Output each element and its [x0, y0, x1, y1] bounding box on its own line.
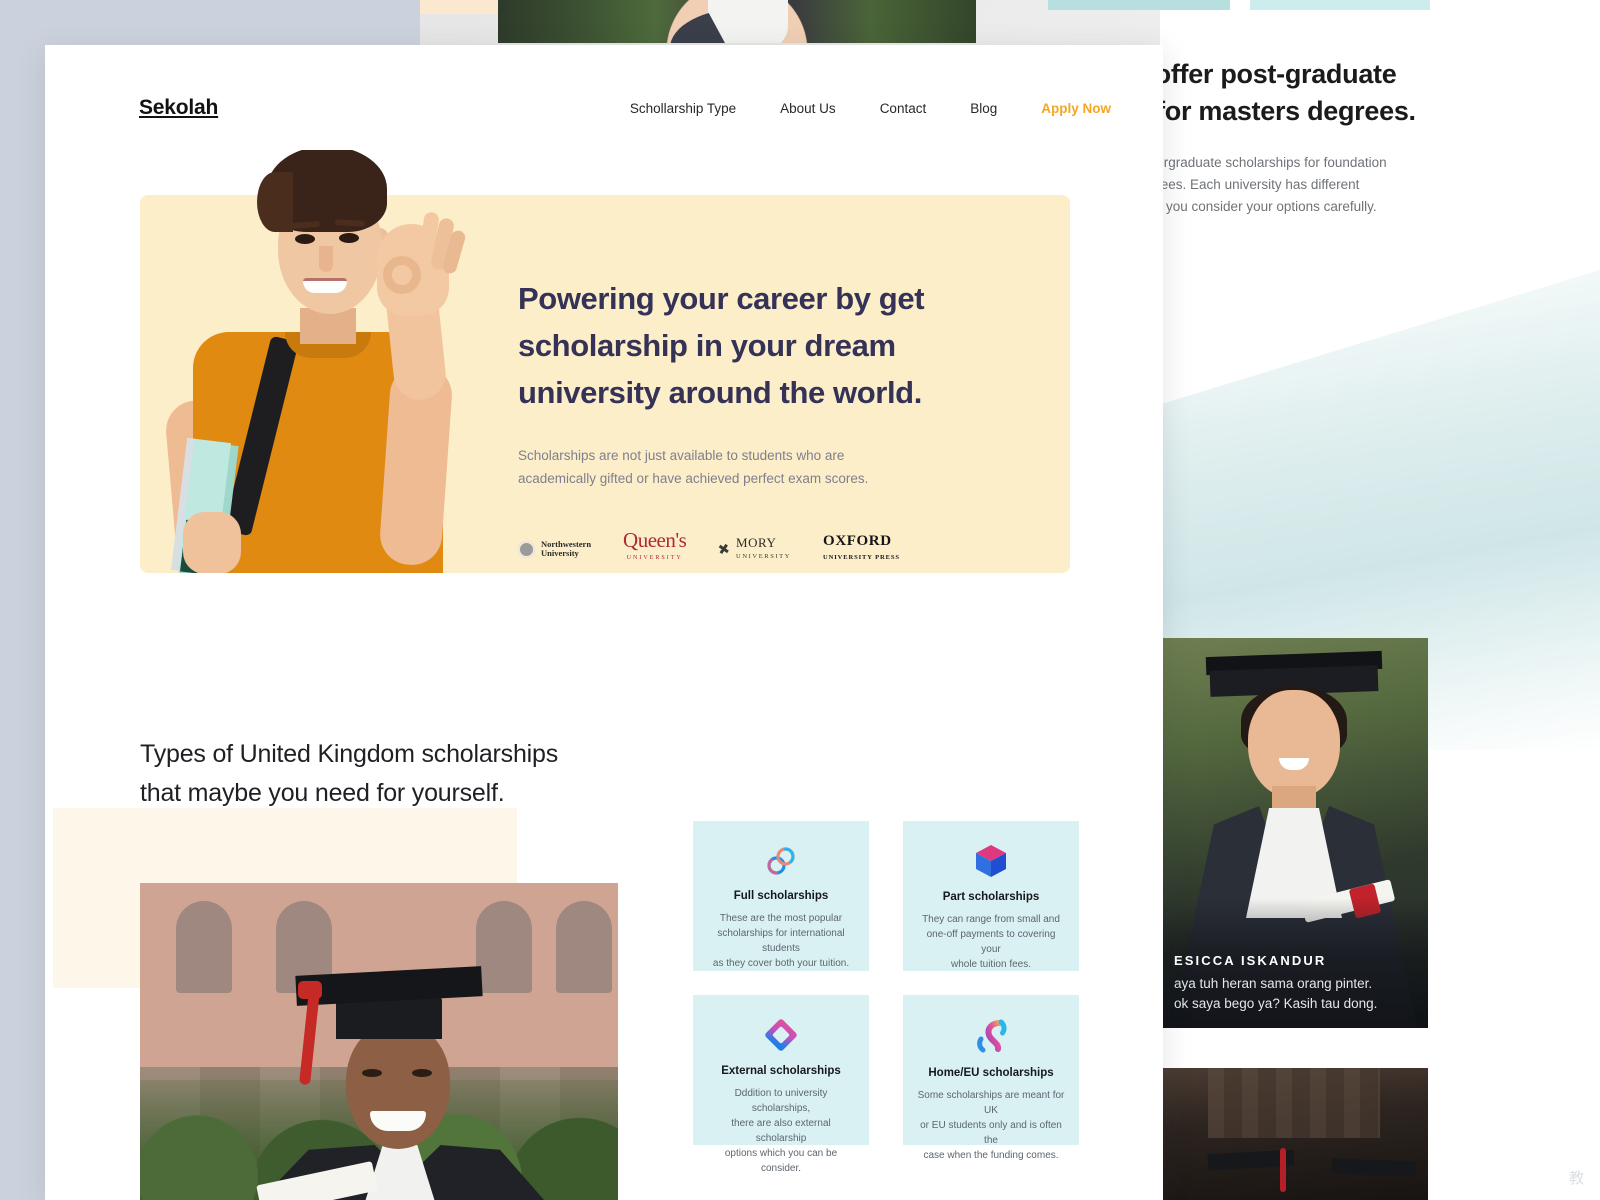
card-title: Part scholarships: [942, 891, 1040, 903]
types-section-heading: Types of United Kingdom scholarships tha…: [140, 735, 700, 813]
card-part-scholarships[interactable]: Part scholarships They can range from sm…: [903, 821, 1079, 971]
card-title: Home/EU scholarships: [928, 1067, 1054, 1079]
card-external-scholarships[interactable]: External scholarships Dddition to univer…: [693, 995, 869, 1174]
testimonial-quote-line1: aya tuh heran sama orang pinter.: [1174, 976, 1373, 991]
northwestern-line1: Northwestern: [541, 538, 592, 549]
watermark-suffix: 教: [1568, 1170, 1584, 1187]
oxford-university-press-logo: OXFORD UNIVERSITY PRESS: [823, 532, 900, 565]
mory-university-logo: ✖ MORY UNIVERSITY: [716, 534, 792, 563]
card-description: Some scholarships are meant for UK or EU…: [917, 1090, 1065, 1161]
cube-icon: [971, 843, 1011, 879]
nav-apply-now[interactable]: Apply Now: [1041, 101, 1111, 116]
types-heading-line2: that maybe you need for yourself.: [140, 779, 505, 807]
card-description: Dddition to university scholarships, the…: [724, 1088, 838, 1174]
card-title: External scholarships: [721, 1065, 841, 1077]
testimonial-photo-card[interactable]: ESICCA ISKANDUR aya tuh heran sama orang…: [1160, 638, 1428, 1028]
hero-text-block: Powering your career by get scholarship …: [518, 275, 988, 490]
oxford-line1: OXFORD: [823, 532, 892, 549]
crossed-keys-icon: ✖: [716, 539, 732, 558]
hero-title-line2: scholarship in your dream: [518, 328, 896, 363]
hero-subtitle-line2: academically gifted or have achieved per…: [518, 471, 869, 486]
northwestern-seal-icon: [518, 540, 535, 558]
types-heading-line1: Types of United Kingdom scholarships: [140, 740, 559, 768]
queens-university-logo: Queen's UNIVERSITY: [623, 530, 687, 568]
nav-scholarship-type[interactable]: Schollarship Type: [630, 101, 736, 116]
card-title: Full scholarships: [733, 890, 829, 902]
swirl-s-icon: [971, 1017, 1011, 1055]
interlocking-rings-icon: [761, 843, 801, 878]
testimonial-quote-line2: ok saya bego ya? Kasih tau dong.: [1174, 996, 1378, 1011]
nav-about-us[interactable]: About Us: [780, 101, 836, 116]
background-graduate-photo-top: [498, 0, 976, 43]
northwestern-university-logo: Northwestern University: [518, 538, 592, 559]
card-description: These are the most popular scholarships …: [712, 913, 850, 969]
graduate-photo: [140, 883, 618, 1200]
nav-contact[interactable]: Contact: [880, 101, 927, 116]
hero-subtitle: Scholarships are not just available to s…: [518, 444, 988, 490]
background-copy-block: es offer post-graduate ps for masters de…: [1118, 56, 1538, 218]
background-teal-chip-left: [1048, 0, 1230, 10]
watermark-letters: AAA: [1495, 1154, 1565, 1192]
mory-line1: MORY: [736, 534, 777, 550]
secondary-photo-card[interactable]: [1160, 1068, 1428, 1200]
background-teal-chip-right: [1250, 0, 1430, 10]
background-paragraph: er undergraduate scholarships for founda…: [1118, 152, 1538, 218]
card-description: They can range from small and one-off pa…: [922, 914, 1060, 970]
main-artboard: Sekolah Schollarship Type About Us Conta…: [45, 45, 1163, 1200]
hero-title-line3: university around the world.: [518, 375, 922, 410]
nav-blog[interactable]: Blog: [970, 101, 997, 116]
testimonial-quote: aya tuh heran sama orang pinter. ok saya…: [1160, 974, 1428, 1014]
hero-title-line1: Powering your career by get: [518, 281, 925, 316]
background-heading: es offer post-graduate ps for masters de…: [1118, 56, 1538, 130]
card-home-eu-scholarships[interactable]: Home/EU scholarships Some scholarships a…: [903, 995, 1079, 1161]
diamond-icon: [761, 1017, 801, 1053]
northwestern-line2: University: [541, 548, 579, 558]
mory-line2: UNIVERSITY: [736, 552, 792, 560]
partner-logo-row: Northwestern University Queen's UNIVERSI…: [518, 530, 900, 568]
card-full-scholarships[interactable]: Full scholarships These are the most pop…: [693, 821, 869, 971]
hero-student-photo: [145, 150, 485, 573]
oxford-line2: UNIVERSITY PRESS: [823, 553, 900, 561]
scholarship-type-cards: Full scholarships These are the most pop…: [693, 821, 1079, 1174]
queens-line2: UNIVERSITY: [626, 555, 683, 561]
hero-subtitle-line1: Scholarships are not just available to s…: [518, 448, 845, 463]
main-navigation: Schollarship Type About Us Contact Blog …: [630, 101, 1111, 116]
brand-logo[interactable]: Sekolah: [139, 96, 218, 120]
testimonial-author-name: ESICCA ISKANDUR: [1174, 953, 1327, 968]
watermark: AAA 教: [1495, 1156, 1584, 1190]
hero-title: Powering your career by get scholarship …: [518, 275, 988, 416]
